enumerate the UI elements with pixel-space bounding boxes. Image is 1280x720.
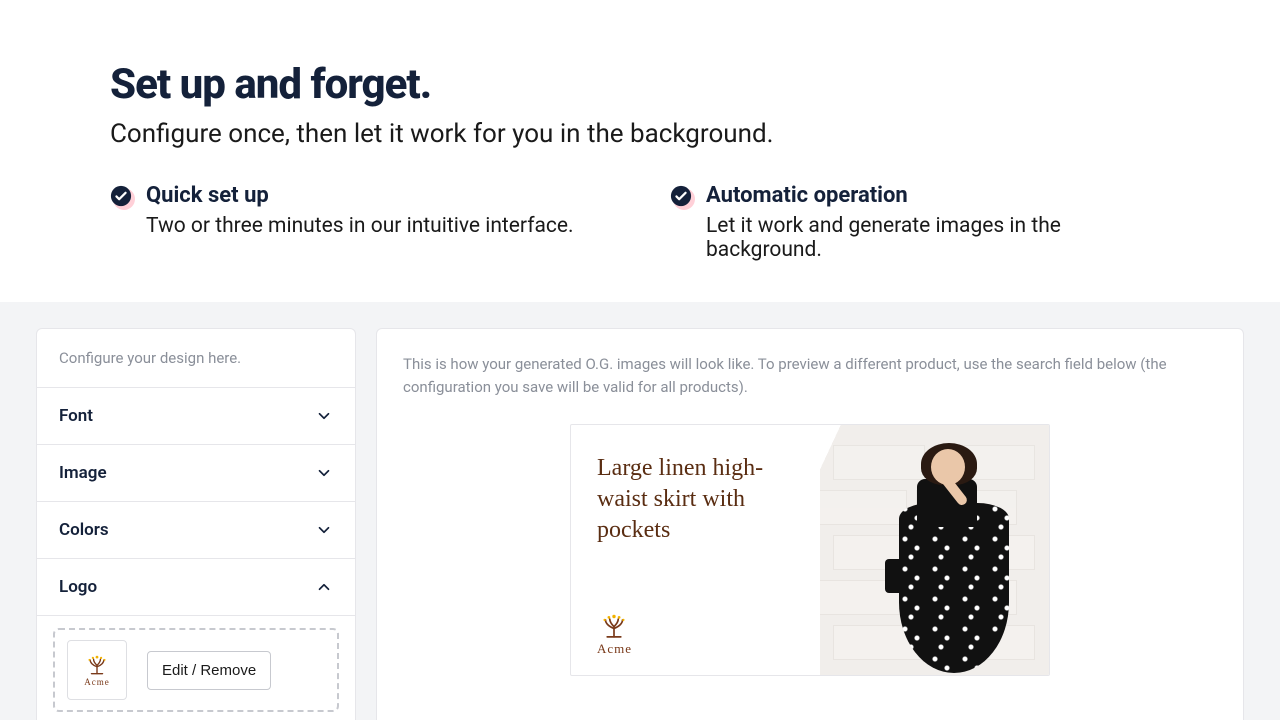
accordion-label: Font [59, 406, 93, 426]
accordion-row-font[interactable]: Font [37, 387, 355, 444]
edit-remove-button[interactable]: Edit / Remove [147, 651, 271, 690]
accordion-row-colors[interactable]: Colors [37, 501, 355, 558]
chevron-up-icon [315, 578, 333, 596]
logo-brand-text: Acme [84, 677, 110, 687]
check-circle-icon [110, 185, 132, 207]
preview-brand-text: Acme [597, 641, 632, 657]
feature-title: Automatic operation [706, 183, 1170, 208]
config-panel: Configure your design here. Font Image C… [36, 328, 356, 720]
logo-dropzone[interactable]: Acme Edit / Remove [53, 628, 339, 712]
acme-logo-icon: Acme [597, 611, 800, 657]
feature-quick-setup: Quick set up Two or three minutes in our… [110, 183, 610, 262]
app-area: Configure your design here. Font Image C… [0, 302, 1280, 720]
feature-desc: Two or three minutes in our intuitive in… [146, 214, 574, 238]
chevron-down-icon [315, 521, 333, 539]
accordion-label: Image [59, 463, 107, 483]
accordion-label: Colors [59, 520, 109, 540]
og-preview-card: Large linen high-waist skirt with pocket… [570, 424, 1050, 676]
page-title: Set up and forget. [110, 60, 1170, 109]
accordion-label: Logo [59, 577, 97, 597]
preview-product-title: Large linen high-waist skirt with pocket… [597, 453, 800, 547]
logo-section-content: Acme Edit / Remove [37, 615, 355, 712]
feature-auto-operation: Automatic operation Let it work and gene… [670, 183, 1170, 262]
feature-desc: Let it work and generate images in the b… [706, 214, 1170, 262]
accordion-row-image[interactable]: Image [37, 444, 355, 501]
chevron-down-icon [315, 464, 333, 482]
check-circle-icon [670, 185, 692, 207]
preview-product-image [820, 425, 1049, 675]
preview-intro: This is how your generated O.G. images w… [403, 353, 1217, 398]
accordion-row-logo[interactable]: Logo [37, 558, 355, 615]
page-subtitle: Configure once, then let it work for you… [110, 119, 1170, 149]
feature-title: Quick set up [146, 183, 574, 208]
chevron-down-icon [315, 407, 333, 425]
logo-thumbnail: Acme [67, 640, 127, 700]
acme-logo-icon: Acme [83, 653, 111, 687]
features-row: Quick set up Two or three minutes in our… [110, 183, 1170, 262]
config-intro: Configure your design here. [37, 329, 355, 387]
preview-panel: This is how your generated O.G. images w… [376, 328, 1244, 720]
